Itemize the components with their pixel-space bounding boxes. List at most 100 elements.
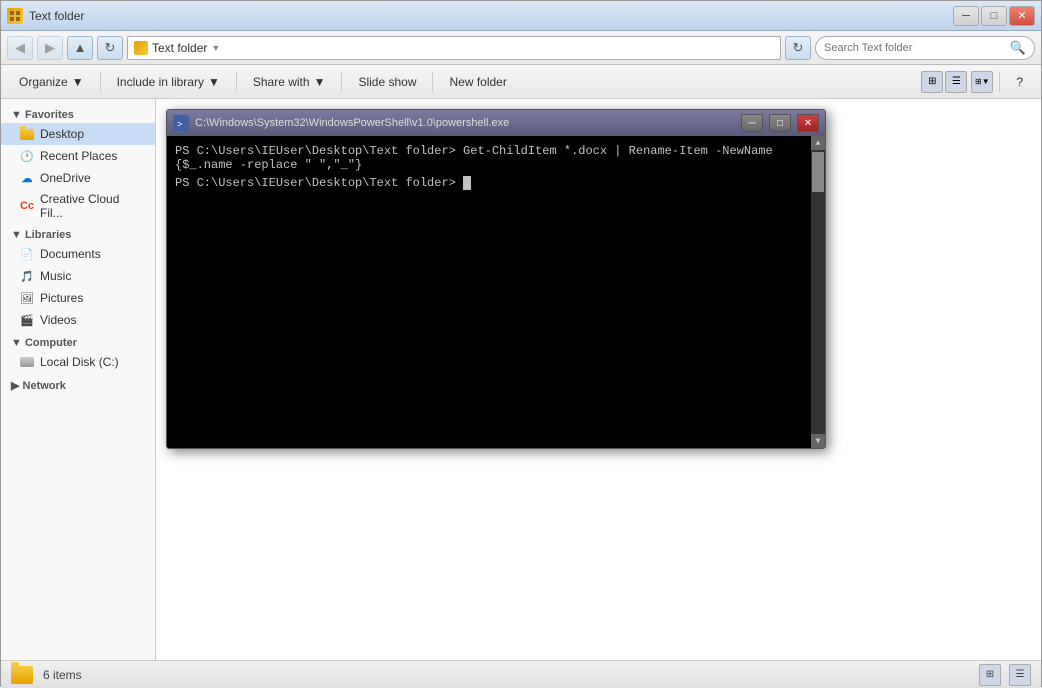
search-input[interactable] [824,42,1006,54]
ps-line-1: PS C:\Users\IEUser\Desktop\Text folder> … [175,144,801,172]
close-button[interactable]: ✕ [1009,6,1035,26]
share-dropdown-icon: ▼ [314,75,326,89]
status-view-icon-1[interactable]: ⊞ [979,664,1001,686]
toolbar-separator-3 [341,72,342,92]
view-icon-3[interactable]: ⊞▼ [971,71,993,93]
status-item-count: 6 items [43,668,82,682]
sidebar-item-music-label: Music [40,269,71,283]
up-button[interactable]: ▲ [67,36,93,60]
breadcrumb-folder-icon [134,41,148,55]
include-dropdown-icon: ▼ [208,75,220,89]
ps-scroll-up[interactable]: ▲ [811,136,825,150]
minimize-button[interactable]: ─ [953,6,979,26]
toolbar-separator-4 [432,72,433,92]
sidebar-item-desktop[interactable]: Desktop [1,123,155,145]
maximize-button[interactable]: □ [981,6,1007,26]
onedrive-icon: ☁ [19,170,35,186]
sidebar-item-onedrive-label: OneDrive [40,171,91,185]
ps-output: PS C:\Users\IEUser\Desktop\Text folder> … [175,144,817,190]
ps-maximize-button[interactable]: □ [769,114,791,132]
organize-button[interactable]: Organize ▼ [9,69,94,95]
sidebar-item-desktop-label: Desktop [40,127,84,141]
music-icon: 🎵 [19,268,35,284]
forward-button[interactable]: ▶ [37,36,63,60]
ps-scrollbar[interactable]: ▲ ▼ [811,136,825,448]
status-right: ⊞ ☰ [979,664,1031,686]
sidebar-favorites-header[interactable]: ▼ Favorites [1,103,155,123]
organize-label: Organize [19,75,68,89]
sidebar-item-recent[interactable]: 🕐 Recent Places [1,145,155,167]
sidebar-item-pictures-label: Pictures [40,291,83,305]
sidebar-item-onedrive[interactable]: ☁ OneDrive [1,167,155,189]
powershell-window: > C:\Windows\System32\WindowsPowerShell\… [166,109,826,449]
view-icon-2[interactable]: ☰ [945,71,967,93]
desktop-icon [19,126,35,142]
ps-line-2: PS C:\Users\IEUser\Desktop\Text folder> [175,176,801,190]
new-folder-button[interactable]: New folder [439,69,516,95]
status-view-icon-2[interactable]: ☰ [1009,664,1031,686]
organize-dropdown-icon: ▼ [72,75,84,89]
slideshow-label: Slide show [358,75,416,89]
computer-label: Computer [25,337,77,349]
include-library-button[interactable]: Include in library ▼ [107,69,230,95]
ps-icon: > [173,115,189,131]
sidebar-item-pictures[interactable]: 🖼 Pictures [1,287,155,309]
ps-close-button[interactable]: ✕ [797,114,819,132]
sidebar-item-cc[interactable]: Cc Creative Cloud Fil... [1,189,155,223]
refresh-button[interactable]: ↻ [97,36,123,60]
view-icon-1[interactable]: ⊞ [921,71,943,93]
help-button[interactable]: ? [1006,69,1033,95]
title-bar: Text folder ─ □ ✕ [1,1,1041,31]
sidebar-computer-header[interactable]: ▼ Computer [1,331,155,351]
documents-icon: 📄 [19,246,35,262]
sidebar-item-videos[interactable]: 🎬 Videos [1,309,155,331]
sidebar-network-header[interactable]: ▶ Network [1,373,155,394]
search-bar: 🔍 [815,36,1035,60]
status-folder-icon [11,666,33,684]
breadcrumb-refresh-button[interactable]: ↻ [785,36,811,60]
ps-body: PS C:\Users\IEUser\Desktop\Text folder> … [167,136,825,448]
share-with-button[interactable]: Share with ▼ [243,69,336,95]
sidebar-item-recent-label: Recent Places [40,149,117,163]
breadcrumb-dropdown[interactable]: ▼ [211,43,220,53]
sidebar-item-local-disk[interactable]: Local Disk (C:) [1,351,155,373]
sidebar-item-documents[interactable]: 📄 Documents [1,243,155,265]
sidebar-item-music[interactable]: 🎵 Music [1,265,155,287]
share-with-label: Share with [253,75,310,89]
breadcrumb-path: Text folder [152,41,207,55]
hdd-icon [19,354,35,370]
breadcrumb[interactable]: Text folder ▼ [127,36,781,60]
pictures-icon: 🖼 [19,290,35,306]
ps-title: C:\Windows\System32\WindowsPowerShell\v1… [195,117,735,129]
favorites-label: Favorites [25,109,74,121]
network-expand-icon: ▶ [11,380,23,392]
back-button[interactable]: ◀ [7,36,33,60]
computer-expand-icon: ▼ [11,337,25,349]
sidebar-item-videos-label: Videos [40,313,76,327]
search-icon[interactable]: 🔍 [1010,40,1026,56]
recent-icon: 🕐 [19,148,35,164]
sidebar-item-documents-label: Documents [40,247,101,261]
main-area: ▼ Favorites Desktop 🕐 Recent Places ☁ On… [1,99,1041,660]
ps-scroll-down[interactable]: ▼ [811,434,825,448]
sidebar-libraries-header[interactable]: ▼ Libraries [1,223,155,243]
sidebar-item-cc-label: Creative Cloud Fil... [40,192,145,220]
ps-scroll-track [811,150,825,434]
libraries-expand-icon: ▼ [11,229,25,241]
libraries-label: Libraries [25,229,71,241]
status-bar: 6 items ⊞ ☰ [1,660,1041,688]
toolbar-separator-1 [100,72,101,92]
help-icon: ? [1016,75,1023,89]
window-icon [7,8,23,24]
cc-icon: Cc [19,198,35,214]
window-title: Text folder [29,9,84,23]
ps-scroll-thumb[interactable] [812,152,824,192]
ps-minimize-button[interactable]: ─ [741,114,763,132]
address-bar: ◀ ▶ ▲ ↻ Text folder ▼ ↻ 🔍 [1,31,1041,65]
sidebar-item-local-disk-label: Local Disk (C:) [40,355,119,369]
toolbar-separator-5 [999,72,1000,92]
new-folder-label: New folder [449,75,506,89]
svg-text:>: > [177,119,182,128]
slideshow-button[interactable]: Slide show [348,69,426,95]
sidebar: ▼ Favorites Desktop 🕐 Recent Places ☁ On… [1,99,156,660]
